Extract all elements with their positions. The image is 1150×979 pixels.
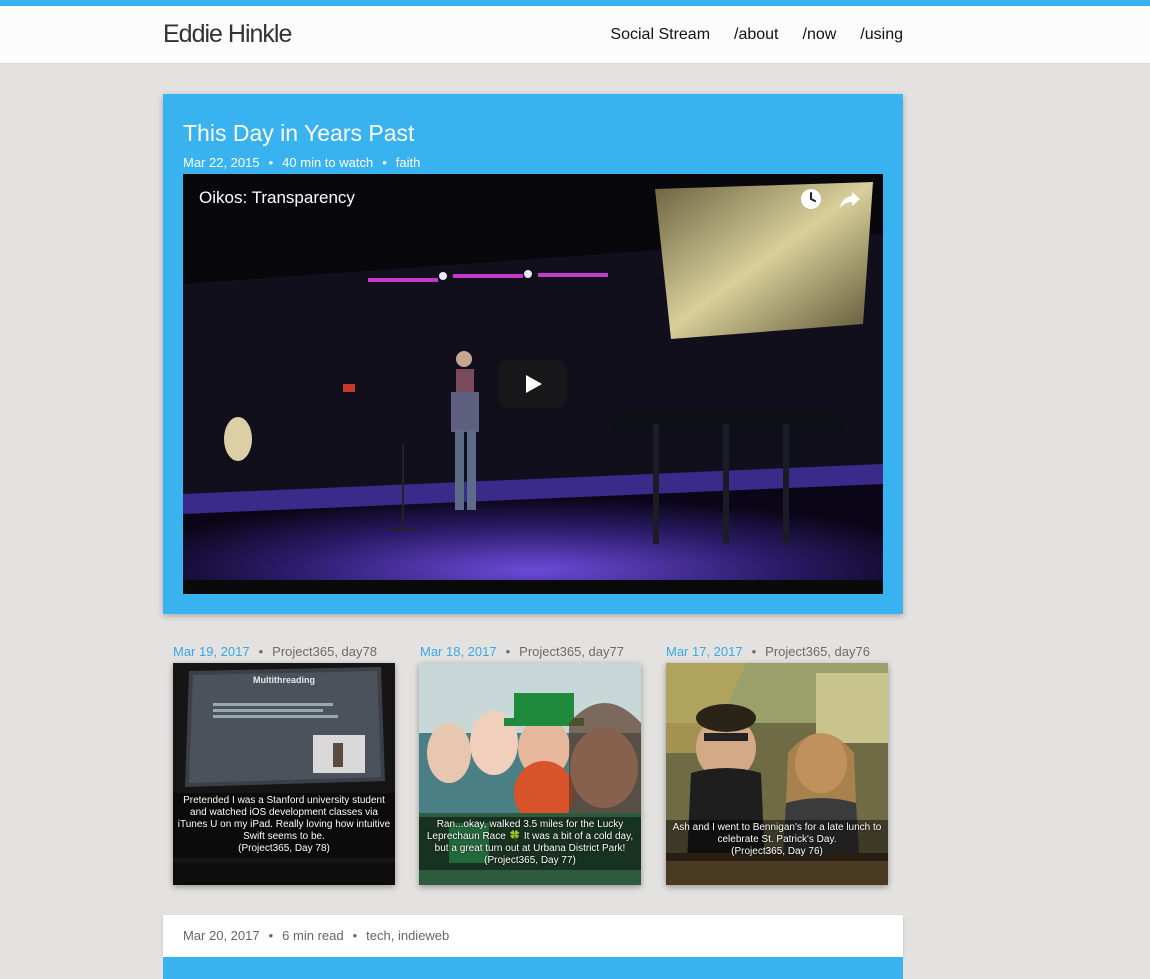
video-bottom-bar xyxy=(183,580,883,594)
post-tags[interactable]: tech, indieweb xyxy=(366,928,449,943)
feature-meta: Mar 22, 2015 • 40 min to watch • faith xyxy=(183,155,421,170)
nav-social-stream[interactable]: Social Stream xyxy=(610,26,710,44)
card-meta: Mar 18, 2017 • Project365, day77 xyxy=(420,644,624,659)
site-header: Eddie Hinkle Social Stream /about /now /… xyxy=(0,6,1150,64)
main-nav: Social Stream /about /now /using xyxy=(610,26,903,44)
feature-tag[interactable]: faith xyxy=(396,155,421,170)
feature-duration: 40 min to watch xyxy=(282,155,374,170)
slide-title: Multithreading xyxy=(253,675,315,685)
caption-line: but a great turn out at Urbana District … xyxy=(434,843,626,854)
photo-card[interactable]: Ash and I went to Bennigan's for a late … xyxy=(666,663,888,885)
card-date[interactable]: Mar 18, 2017 xyxy=(420,644,497,659)
post-meta: Mar 20, 2017 • 6 min read • tech, indieweb xyxy=(183,928,450,943)
feature-title[interactable]: This Day in Years Past xyxy=(183,120,414,147)
caption-line: and watched iOS development classes via xyxy=(190,807,378,818)
card-tag[interactable]: Project365, day77 xyxy=(519,644,624,659)
photo-caption: Pretended I was a Stanford university st… xyxy=(173,793,395,858)
card-tag[interactable]: Project365, day76 xyxy=(765,644,870,659)
nav-about[interactable]: /about xyxy=(734,26,778,44)
play-icon xyxy=(526,375,542,393)
post-read-time: 6 min read xyxy=(282,928,344,943)
nav-using[interactable]: /using xyxy=(860,26,903,44)
watch-later-clock-icon[interactable] xyxy=(800,188,822,210)
caption-line: (Project365, Day 77) xyxy=(484,855,576,866)
post-card: Mar 20, 2017 • 6 min read • tech, indieweb xyxy=(163,915,903,957)
caption-line: Pretended I was a Stanford university st… xyxy=(183,795,385,806)
card-meta: Mar 19, 2017 • Project365, day78 xyxy=(173,644,377,659)
video-player[interactable]: Oikos: Transparency xyxy=(183,174,883,594)
share-icon[interactable] xyxy=(839,188,861,210)
nav-now[interactable]: /now xyxy=(803,26,837,44)
caption-line: celebrate St. Patrick's Day. xyxy=(717,834,837,845)
card-date[interactable]: Mar 19, 2017 xyxy=(173,644,250,659)
caption-line: Swift seems to be. xyxy=(243,831,325,842)
caption-line: (Project365, Day 78) xyxy=(238,843,330,854)
caption-line: iTunes U on my iPad. Really loving how i… xyxy=(177,819,391,830)
caption-line: Ran...okay, walked 3.5 miles for the Luc… xyxy=(436,819,624,830)
post-date[interactable]: Mar 20, 2017 xyxy=(183,928,260,943)
card-date[interactable]: Mar 17, 2017 xyxy=(666,644,743,659)
photo-caption: Ash and I went to Bennigan's for a late … xyxy=(666,820,888,861)
video-title[interactable]: Oikos: Transparency xyxy=(199,188,355,208)
feature-date[interactable]: Mar 22, 2015 xyxy=(183,155,260,170)
caption-line: (Project365, Day 76) xyxy=(731,846,823,857)
this-day-card: This Day in Years Past Mar 22, 2015 • 40 m… xyxy=(163,94,903,614)
card-tag[interactable]: Project365, day78 xyxy=(272,644,377,659)
caption-line: Ash and I went to Bennigan's for a late … xyxy=(672,822,882,833)
post-banner xyxy=(163,957,903,979)
site-title[interactable]: Eddie Hinkle xyxy=(163,20,292,49)
card-meta: Mar 17, 2017 • Project365, day76 xyxy=(666,644,870,659)
caption-line: Leprechaun Race 🍀 It was a bit of a cold… xyxy=(426,831,634,842)
photo-card[interactable]: Multithreading Pretended I was a Stanfor… xyxy=(173,663,395,885)
photo-caption: Ran...okay, walked 3.5 miles for the Luc… xyxy=(419,817,641,870)
photo-card[interactable]: Ran...okay, walked 3.5 miles for the Luc… xyxy=(419,663,641,885)
play-button[interactable] xyxy=(499,360,567,408)
